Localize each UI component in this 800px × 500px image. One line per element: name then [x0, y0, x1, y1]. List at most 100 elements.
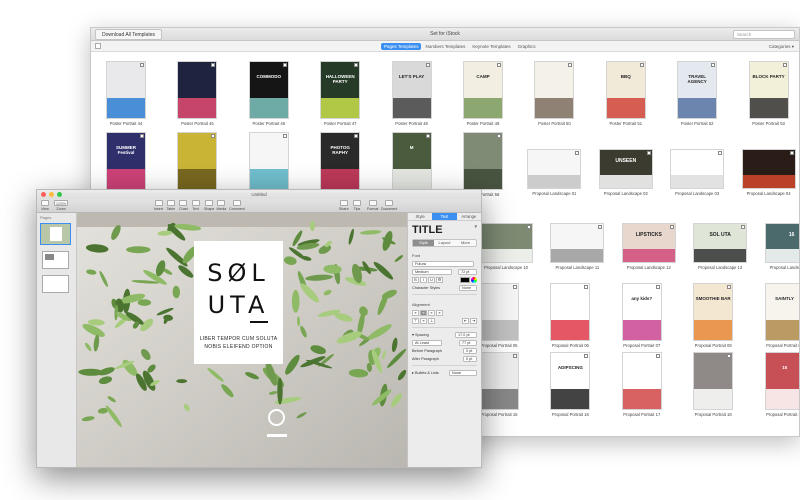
download-icon[interactable] [646, 151, 651, 155]
template-thumbnail[interactable]: Proposal Portrait 05 [479, 283, 519, 348]
align-bottom-icon[interactable]: ⊥ [428, 317, 435, 324]
template-thumbnail[interactable]: Poster Portrait 45 [177, 61, 218, 126]
download-icon[interactable] [513, 285, 517, 289]
tips-button[interactable]: Tips [353, 200, 361, 211]
comment-button[interactable]: Comment [229, 200, 245, 211]
chart-button[interactable]: Chart [179, 200, 188, 211]
template-thumbnail[interactable]: PHOTOG RAPHY [320, 132, 361, 190]
template-thumbnail[interactable] [248, 132, 289, 190]
segment-style[interactable]: Style [413, 240, 434, 246]
align-center-icon[interactable]: ≡ [420, 309, 427, 316]
template-thumbnail[interactable]: Proposal Portrait 15 [479, 352, 519, 417]
paragraph-style-popup[interactable]: TITLE ▾ [408, 221, 481, 237]
font-weight-popup[interactable]: Medium [412, 268, 452, 275]
align-top-icon[interactable]: ⊤ [412, 317, 419, 324]
bold-button[interactable]: B [412, 276, 419, 283]
format-button[interactable]: Format [367, 200, 378, 211]
text-color-well[interactable] [460, 276, 470, 283]
template-tab-2[interactable]: Keynote Templates [469, 43, 513, 50]
download-icon[interactable] [497, 63, 501, 67]
template-thumbnail[interactable]: Poster Portrait 58 [463, 132, 503, 197]
template-thumbnail[interactable]: Proposal Landscape 10 [479, 223, 533, 270]
search-field[interactable]: Search [733, 30, 795, 39]
text-button[interactable]: Text [191, 200, 200, 211]
shape-button[interactable]: Shape [204, 200, 214, 211]
template-thumbnail[interactable]: SOL UTA Proposal Landscape 13 [693, 223, 748, 270]
character-styles-popup[interactable]: None [459, 284, 477, 291]
download-icon[interactable] [425, 134, 430, 138]
template-thumbnail[interactable]: Proposal Landscape 11 [550, 223, 605, 270]
template-tab-0[interactable]: Pages Templates [381, 43, 422, 50]
before-paragraph-field[interactable]: 0 pt [463, 347, 477, 354]
download-icon[interactable] [598, 225, 603, 229]
download-icon[interactable] [718, 151, 723, 155]
template-thumbnail[interactable]: SUMMER Festival [106, 132, 146, 190]
download-icon[interactable] [669, 225, 674, 229]
color-wheel-icon[interactable] [471, 276, 477, 283]
view-button[interactable]: View [41, 200, 49, 211]
template-thumbnail[interactable]: BLOCK PARTY Poster Portrait 53 [748, 61, 789, 126]
indent-icon[interactable]: ⇥ [470, 317, 477, 324]
template-thumbnail[interactable]: 15 Proposal Portrait 19 [764, 352, 799, 417]
inspector-tab-text[interactable]: Text [432, 213, 457, 220]
download-icon[interactable] [354, 63, 359, 67]
categories-menu[interactable]: Categories ▾ [769, 43, 794, 50]
segment-layout[interactable]: Layout [434, 240, 455, 246]
page-thumbnail-3[interactable] [42, 275, 69, 293]
download-icon[interactable] [584, 285, 589, 289]
download-icon[interactable] [655, 285, 660, 289]
template-thumbnail[interactable]: SMOOTHIE BAR Proposal Portrait 08 [693, 283, 734, 348]
insert-button[interactable]: Insert [154, 200, 163, 211]
template-thumbnail[interactable]: Proposal Landscape 01 [527, 149, 582, 196]
download-icon[interactable] [513, 354, 517, 358]
share-button[interactable]: Share [339, 200, 349, 211]
line-spacing-field[interactable]: 77 pt [459, 339, 477, 346]
download-icon[interactable] [782, 63, 787, 67]
align-left-icon[interactable]: ≡ [412, 309, 419, 316]
download-icon[interactable] [711, 63, 716, 67]
outdent-icon[interactable]: ⇤ [462, 317, 469, 324]
template-thumbnail[interactable]: 16 Proposal Landscape 14 [764, 223, 799, 270]
template-thumbnail[interactable]: SAINTLY Proposal Portrait 09 [764, 283, 799, 348]
underline-button[interactable]: U [428, 276, 435, 283]
line-spacing-popup[interactable]: At Least [412, 339, 442, 346]
template-tab-1[interactable]: Numbers Templates [422, 43, 468, 50]
download-icon[interactable] [211, 63, 216, 67]
template-thumbnail[interactable]: ADIPSCING Proposal Portrait 16 [550, 352, 591, 417]
download-icon[interactable] [282, 134, 287, 138]
download-icon[interactable] [584, 354, 589, 358]
document-canvas[interactable]: SØL UTA LIBER TEMPOR CUM SOLUTA NOBIS EL… [77, 213, 407, 467]
font-name-popup[interactable]: Futura [412, 260, 474, 267]
download-icon[interactable] [575, 151, 580, 155]
download-icon[interactable] [727, 354, 732, 358]
template-thumbnail[interactable]: COMMODO Poster Portrait 46 [248, 61, 289, 126]
download-icon[interactable] [282, 63, 287, 67]
media-button[interactable]: Media [217, 200, 226, 211]
zoom-button[interactable]: 125% Zoom [54, 200, 68, 211]
template-thumbnail[interactable] [177, 132, 218, 190]
segment-more[interactable]: More [455, 240, 476, 246]
download-icon[interactable] [789, 151, 794, 155]
italic-button[interactable]: I [420, 276, 427, 283]
spacing-field[interactable]: 17.0 pt [455, 331, 477, 338]
download-icon[interactable] [497, 134, 501, 138]
download-icon[interactable] [568, 63, 573, 67]
page-thumbnail-2[interactable] [42, 251, 69, 269]
download-icon[interactable] [741, 225, 746, 229]
template-thumbnail[interactable]: CAMP Poster Portrait 49 [463, 61, 503, 126]
inspector-tab-style[interactable]: Style [408, 213, 432, 220]
template-thumbnail[interactable]: Proposal Landscape 04 [741, 149, 796, 196]
download-icon[interactable] [354, 134, 359, 138]
align-justify-icon[interactable]: ≡ [436, 309, 443, 316]
template-thumbnail[interactable]: Proposal Portrait 18 [693, 352, 734, 417]
template-thumbnail[interactable]: Proposal Portrait 17 [621, 352, 662, 417]
font-size-field[interactable]: 72 pt [458, 268, 477, 275]
template-thumbnail[interactable]: UNSEEN Proposal Landscape 02 [598, 149, 653, 196]
download-icon[interactable] [140, 134, 144, 138]
template-thumbnail[interactable]: TRAVEL AGENCY Poster Portrait 52 [677, 61, 718, 126]
download-icon[interactable] [655, 354, 660, 358]
template-thumbnail[interactable]: HALLOWEEN PARTY Poster Portrait 47 [320, 61, 361, 126]
download-icon[interactable] [140, 63, 144, 67]
template-tab-3[interactable]: Graphics [515, 43, 539, 50]
download-icon[interactable] [727, 285, 732, 289]
